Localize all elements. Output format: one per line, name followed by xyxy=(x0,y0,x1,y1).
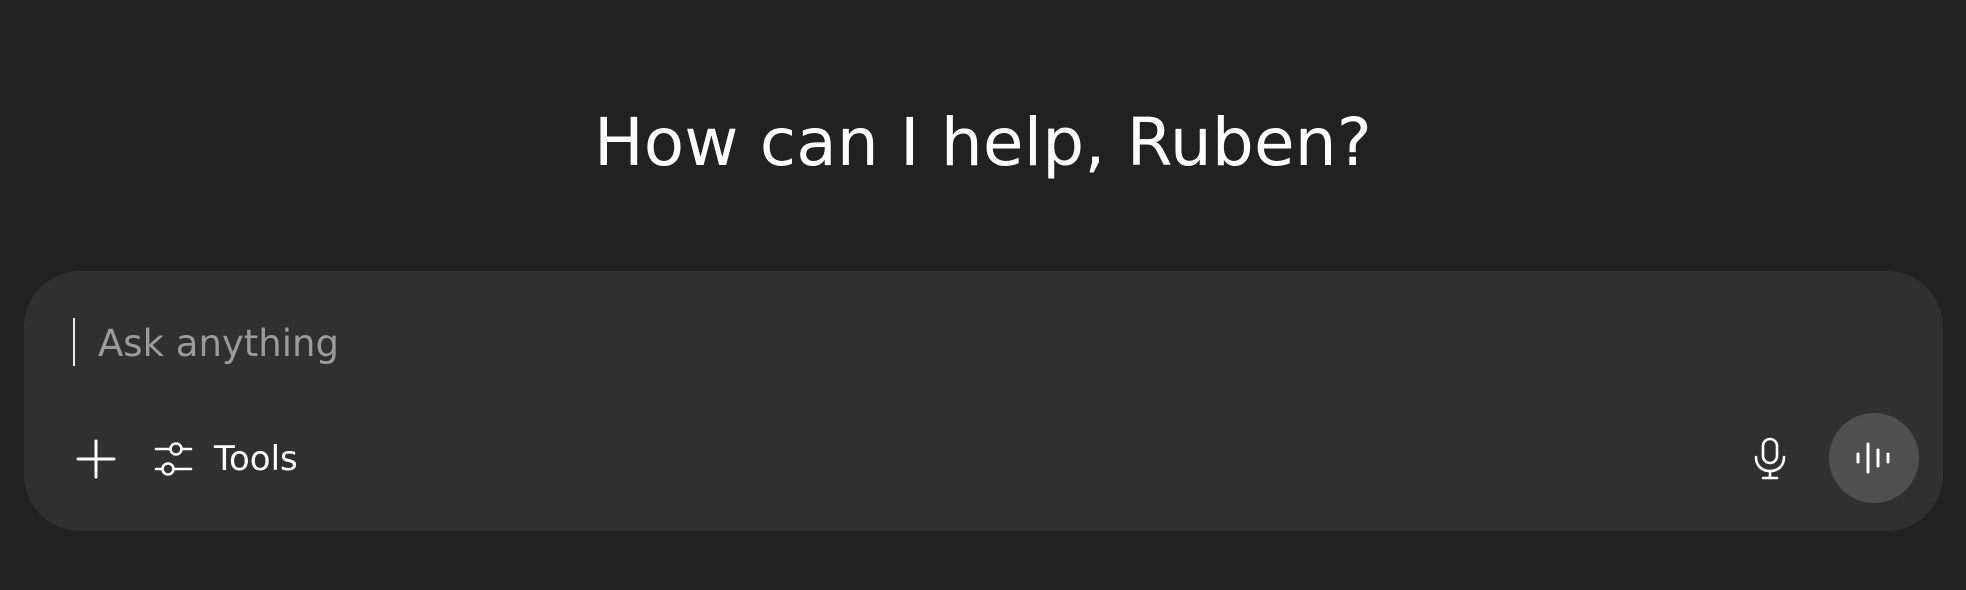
tools-label: Tools xyxy=(214,439,298,479)
sliders-icon xyxy=(154,442,193,476)
voice-waveform-icon xyxy=(1856,442,1890,474)
plus-icon xyxy=(76,439,116,479)
chat-home: How can I help, Ruben? Tool xyxy=(0,0,1966,590)
voice-mode-button[interactable] xyxy=(1829,413,1919,503)
microphone-icon xyxy=(1754,437,1786,480)
add-attachment-button[interactable] xyxy=(66,429,126,489)
text-caret xyxy=(73,318,75,366)
dictate-button[interactable] xyxy=(1740,429,1800,489)
composer: Tools xyxy=(24,271,1943,531)
prompt-input[interactable] xyxy=(74,317,1674,369)
composer-toolbar-left: Tools xyxy=(66,429,298,489)
tools-button[interactable]: Tools xyxy=(154,429,298,489)
greeting-heading: How can I help, Ruben? xyxy=(593,104,1373,181)
